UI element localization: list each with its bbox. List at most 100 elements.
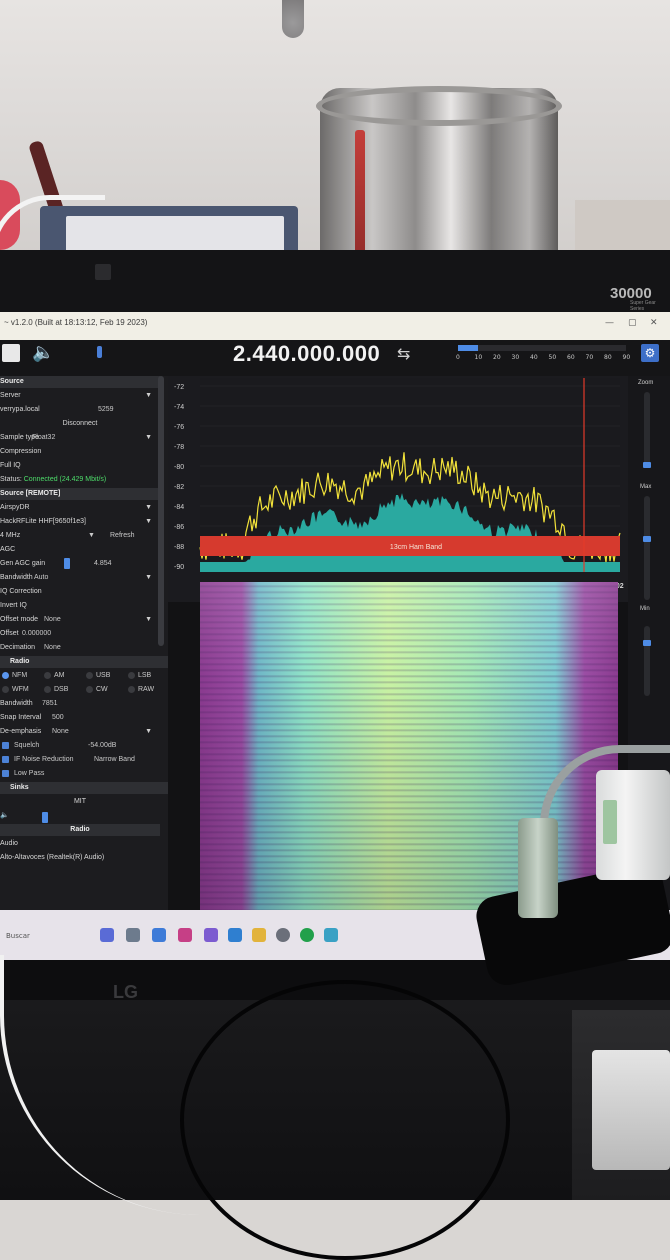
mode-row-2: WFM DSB CW RAW: [0, 684, 160, 696]
zoom-label: Zoom: [638, 380, 654, 386]
offset-value: 0.000000: [22, 630, 52, 637]
radio-header[interactable]: Radio: [0, 656, 168, 668]
sink-mit-select[interactable]: MIT: [0, 796, 160, 808]
window-title: ~ v1.2.0 (Built at 18:13:12, Feb 19 2023…: [4, 318, 148, 327]
radio-bandwidth-label: Bandwidth: [0, 700, 33, 707]
mode-label: NFM: [12, 672, 28, 679]
folder-icon[interactable]: [252, 928, 266, 942]
mode-label: LSB: [138, 672, 152, 679]
app-icon[interactable]: [324, 928, 338, 942]
offset-row[interactable]: Offset 0.000000: [0, 628, 160, 640]
host-field[interactable]: verrypa.local: [0, 406, 40, 413]
offset-mode-row[interactable]: Offset mode None ▼: [0, 614, 160, 626]
port-field[interactable]: 5259: [98, 404, 114, 416]
mode-label: DSB: [54, 686, 69, 693]
close-icon[interactable]: ✕: [650, 318, 658, 328]
sample-rate-row: 4 MHz ▼ Refresh: [0, 530, 160, 542]
snap-interval-row[interactable]: Snap Interval 500: [0, 712, 160, 724]
squelch-slider[interactable]: -54.00dB: [88, 740, 116, 752]
low-pass-checkbox[interactable]: [2, 770, 9, 777]
audio-device-select[interactable]: Alto-Altavoces (Realtek(R) Audio): [0, 852, 160, 864]
play-stop-button[interactable]: [2, 344, 20, 362]
radio-cw[interactable]: [86, 686, 93, 693]
source-type-select[interactable]: Server ▼: [0, 390, 160, 402]
radio-nfm[interactable]: [2, 672, 9, 679]
sample-type-row[interactable]: Sample type Float32 ▼: [0, 432, 160, 444]
app-icon[interactable]: [276, 928, 290, 942]
noise-reduction-select[interactable]: Narrow Band: [94, 754, 135, 766]
min-label: Min: [640, 606, 650, 612]
audio-header[interactable]: Radio: [0, 824, 160, 836]
radio-bandwidth-row[interactable]: Bandwidth 7851: [0, 698, 160, 710]
sample-rate-select[interactable]: 4 MHz: [0, 532, 20, 539]
app-icon[interactable]: [152, 928, 166, 942]
maximize-icon[interactable]: ▢: [628, 318, 637, 328]
chevron-down-icon: ▼: [145, 728, 152, 735]
radio-raw[interactable]: [128, 686, 135, 693]
snr-tick-label: 10: [474, 354, 483, 361]
iq-correction-checkbox[interactable]: IQ Correction: [0, 586, 160, 598]
radio-usb[interactable]: [86, 672, 93, 679]
max-slider-knob[interactable]: [643, 536, 651, 542]
bandwidth-row[interactable]: Bandwidth Auto ▼: [0, 572, 160, 584]
app-icon[interactable]: [126, 928, 140, 942]
device-serial-select[interactable]: HackRFLite HHF[9650f1e3] ▼: [0, 516, 160, 528]
noise-reduction-label: IF Noise Reduction: [14, 756, 74, 763]
audio-volume-knob[interactable]: [42, 812, 48, 823]
device-select[interactable]: AirspyDR ▼: [0, 502, 160, 514]
volume-slider-knob[interactable]: [97, 346, 102, 358]
min-slider-knob[interactable]: [643, 640, 651, 646]
db-axis: -72 -74 -76 -78 -80 -82 -84 -86 -88 -90: [174, 384, 184, 571]
server-row: verrypa.local 5259: [0, 404, 160, 416]
snr-meter: [458, 345, 626, 351]
radio-lsb[interactable]: [128, 672, 135, 679]
sinks-header[interactable]: Sinks: [0, 782, 168, 794]
app-icon[interactable]: [300, 928, 314, 942]
left-panel-scrollbar[interactable]: [158, 376, 164, 646]
db-tick-label: -74: [174, 404, 184, 411]
noise-reduction-checkbox[interactable]: [2, 756, 9, 763]
radio-dsb[interactable]: [44, 686, 51, 693]
chevron-down-icon: ▼: [145, 574, 152, 581]
zoom-slider[interactable]: [643, 392, 651, 468]
frequency-display[interactable]: 2.440.000.000: [233, 341, 380, 367]
source-header[interactable]: Source: [0, 376, 160, 388]
noise-reduction-row: IF Noise Reduction Narrow Band: [0, 754, 160, 766]
compression-checkbox[interactable]: Compression: [0, 446, 160, 458]
app-icon[interactable]: [204, 928, 218, 942]
gain-value: 4.854: [94, 560, 112, 567]
fft-spectrum[interactable]: -72 -74 -76 -78 -80 -82 -84 -86 -88 -90 13cm Ham …: [168, 376, 628, 602]
device-serial-value: HackRFLite HHF[9650f1e3]: [0, 518, 86, 525]
status-label: Status:: [0, 476, 22, 483]
squelch-checkbox[interactable]: [2, 742, 9, 749]
minimize-icon[interactable]: —: [605, 318, 614, 328]
snr-tick-label: 0: [456, 354, 460, 361]
zoom-slider-knob[interactable]: [643, 462, 651, 468]
radio-wfm[interactable]: [2, 686, 9, 693]
speaker-icon[interactable]: 🔈: [32, 342, 54, 363]
radio-am[interactable]: [44, 672, 51, 679]
remote-source-header[interactable]: Source [REMOTE]: [0, 488, 160, 500]
app-icon[interactable]: [178, 928, 192, 942]
gain-slider-knob[interactable]: [64, 558, 70, 569]
swap-icon[interactable]: ⇆: [397, 344, 410, 363]
snr-tick-label: 70: [585, 354, 594, 361]
deemphasis-row[interactable]: De-emphasis None ▼: [0, 726, 160, 738]
min-slider[interactable]: [643, 626, 651, 696]
max-slider[interactable]: [643, 496, 651, 600]
app-icon[interactable]: [100, 928, 114, 942]
invert-iq-checkbox[interactable]: Invert IQ: [0, 600, 160, 612]
vscode-icon[interactable]: [228, 928, 242, 942]
black-cable: [180, 980, 510, 1260]
full-iq-checkbox[interactable]: Full IQ: [0, 460, 160, 472]
mode-label: WFM: [12, 686, 29, 693]
settings-icon[interactable]: ⚙: [641, 344, 659, 362]
db-tick-label: -86: [174, 524, 184, 531]
disconnect-button[interactable]: Disconnect: [0, 418, 160, 430]
refresh-button[interactable]: Refresh: [110, 530, 135, 542]
agc-checkbox[interactable]: AGC: [0, 544, 160, 556]
snr-meter-fill: [458, 345, 479, 351]
decimation-row[interactable]: Decimation None: [0, 642, 160, 654]
taskbar-search[interactable]: Buscar: [6, 932, 30, 940]
speaker-icon[interactable]: 🔈: [0, 812, 9, 819]
